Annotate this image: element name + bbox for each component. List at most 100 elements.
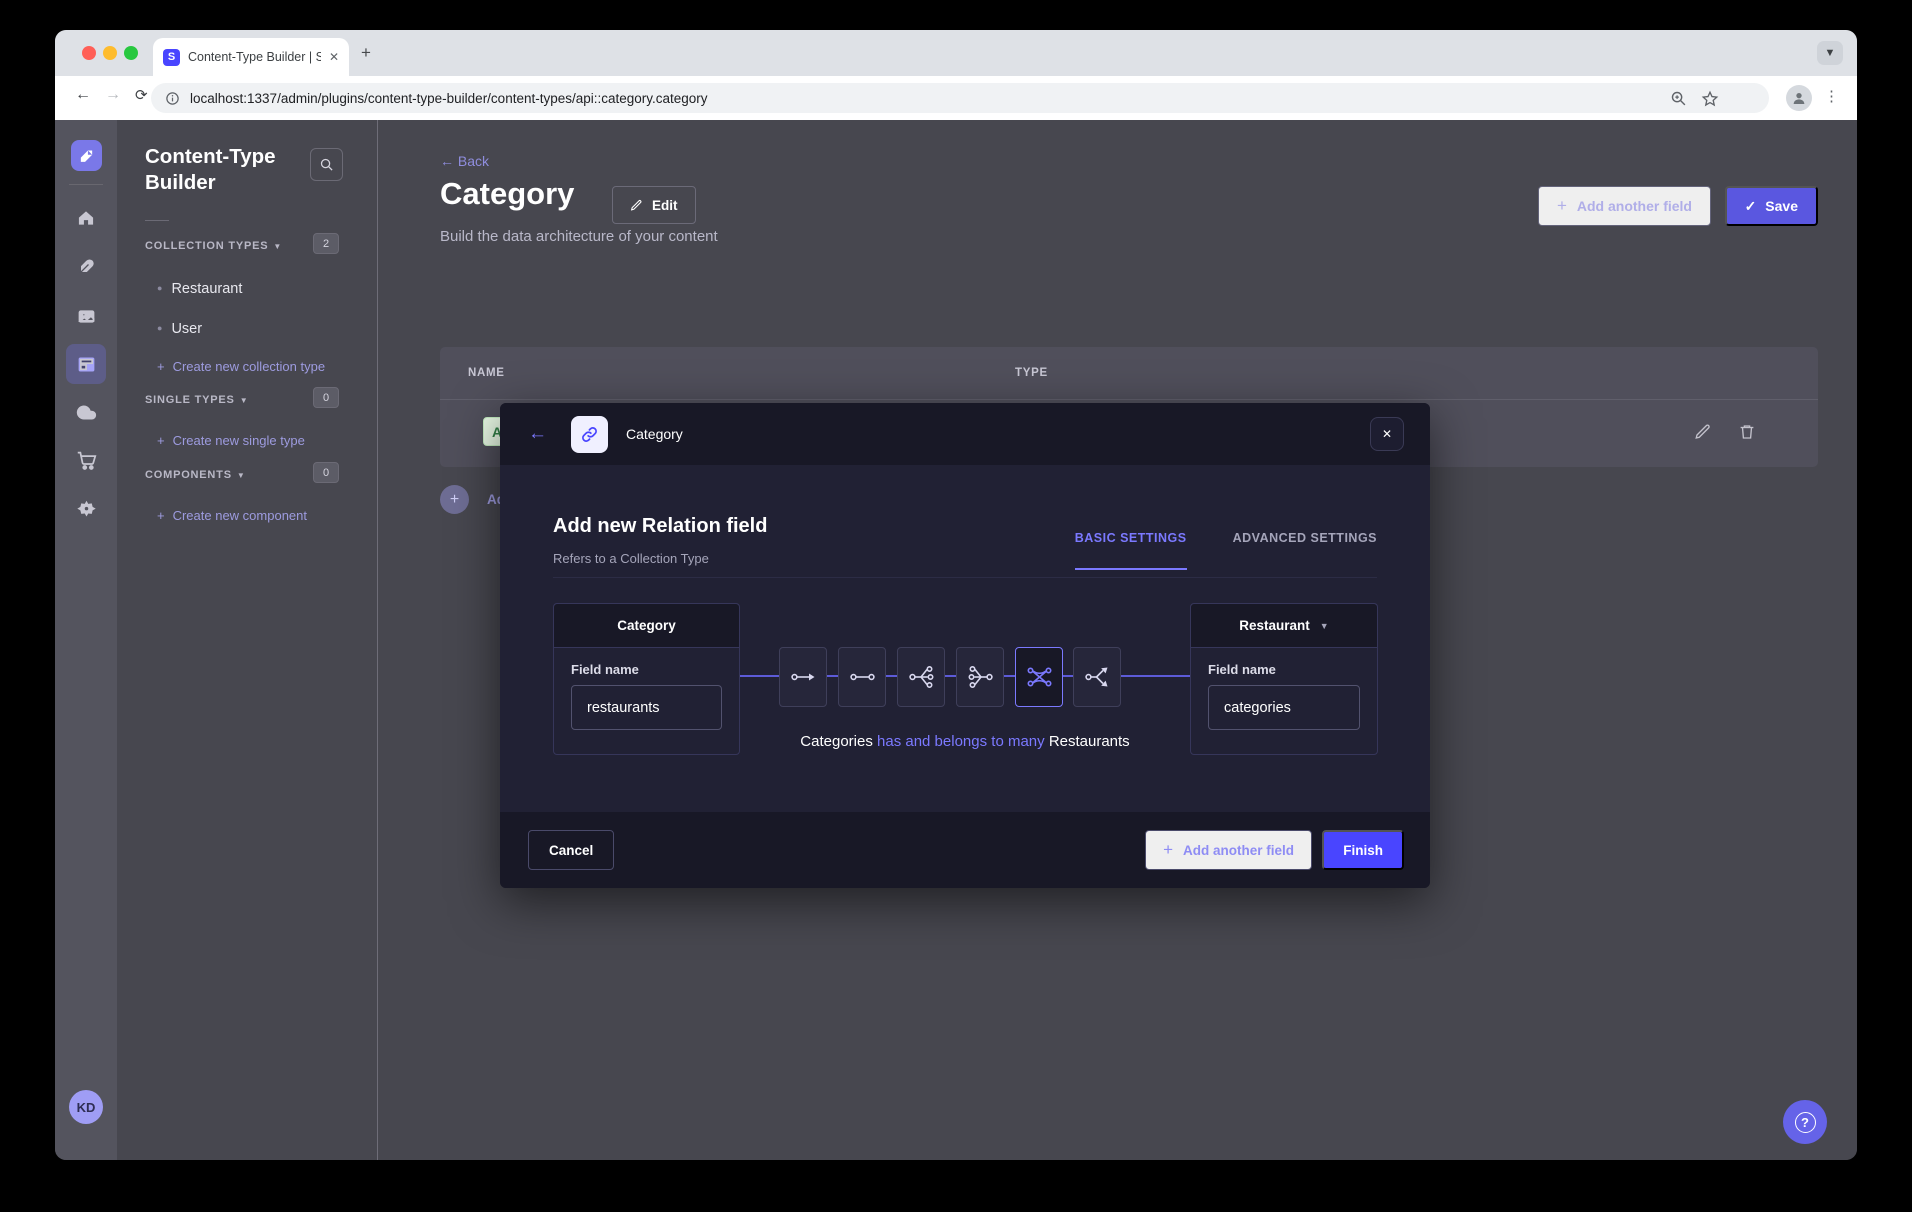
- section-collection-types[interactable]: COLLECTION TYPES▼: [145, 240, 282, 252]
- add-another-field-button[interactable]: +Add another field: [1538, 186, 1711, 226]
- search-icon: [319, 157, 334, 172]
- sidebar-item-content-manager[interactable]: [66, 247, 106, 287]
- section-single-types[interactable]: SINGLE TYPES▼: [145, 394, 248, 406]
- bookmark-star-icon[interactable]: [1701, 90, 1719, 108]
- sidebar-item-marketplace[interactable]: [66, 440, 106, 480]
- finish-button[interactable]: Finish: [1322, 830, 1404, 870]
- relation-one-to-one-button[interactable]: [838, 647, 886, 707]
- zoom-magnifier-icon[interactable]: [1670, 90, 1687, 107]
- tab-close-icon[interactable]: ✕: [329, 50, 339, 64]
- many-to-one-icon: [967, 665, 994, 689]
- one-to-one-icon: [849, 665, 876, 689]
- relation-one-to-many-button[interactable]: [897, 647, 945, 707]
- question-mark-icon: ?: [1795, 1112, 1816, 1133]
- create-collection-type-link[interactable]: +Create new collection type: [157, 359, 325, 374]
- cart-icon: [76, 450, 97, 471]
- macos-minimize-button[interactable]: [103, 46, 117, 60]
- target-entity-card: Restaurant▼ Field name: [1190, 603, 1378, 755]
- section-components[interactable]: COMPONENTS▼: [145, 469, 246, 481]
- strapi-logo-icon: [78, 147, 95, 164]
- trash-icon: [1738, 423, 1756, 441]
- macos-zoom-button[interactable]: [124, 46, 138, 60]
- modal-breadcrumb: Category: [626, 426, 683, 442]
- many-to-many-icon: [1026, 665, 1053, 689]
- relation-chip: [571, 416, 608, 453]
- browser-profile-avatar[interactable]: [1786, 85, 1812, 111]
- modal-add-another-field-button[interactable]: +Add another field: [1145, 830, 1312, 870]
- site-info-icon[interactable]: [165, 91, 180, 106]
- sidebar-item-restaurant[interactable]: ●Restaurant: [157, 281, 242, 297]
- modal-title: Add new Relation field: [553, 515, 767, 538]
- components-count: 0: [313, 462, 339, 483]
- source-entity-card: Category Field name: [553, 603, 740, 755]
- browser-reload-icon[interactable]: ⟳: [135, 86, 148, 104]
- save-button[interactable]: ✓Save: [1725, 186, 1818, 226]
- user-avatar[interactable]: KD: [69, 1090, 103, 1124]
- check-icon: ✓: [1745, 198, 1757, 215]
- feather-icon: [76, 257, 96, 277]
- many-way-icon: [1084, 665, 1111, 689]
- plus-circle-icon: +: [440, 485, 469, 514]
- plus-icon: +: [1557, 196, 1567, 216]
- sidebar-item-deploy-cloud[interactable]: [66, 392, 106, 432]
- browser-tab[interactable]: S Content-Type Builder | Strapi ✕: [153, 38, 349, 76]
- column-header-type: TYPE: [1015, 367, 1048, 379]
- delete-field-button[interactable]: [1738, 423, 1756, 441]
- sidebar-item-home[interactable]: [66, 198, 106, 238]
- help-button[interactable]: ?: [1783, 1100, 1827, 1144]
- edit-button[interactable]: Edit: [612, 186, 696, 224]
- create-single-type-link[interactable]: +Create new single type: [157, 433, 305, 448]
- browser-menu-icon[interactable]: ⋮: [1824, 87, 1839, 105]
- search-button[interactable]: [310, 148, 343, 181]
- nav-rail: KD: [55, 120, 117, 1160]
- strapi-logo[interactable]: [71, 140, 102, 171]
- sidebar-item-user[interactable]: ●User: [157, 321, 202, 337]
- tabs-divider: [553, 577, 1377, 578]
- page-subtitle: Build the data architecture of your cont…: [440, 228, 718, 245]
- close-icon[interactable]: ✕: [1370, 417, 1404, 451]
- relation-many-to-many-button[interactable]: [1015, 647, 1063, 707]
- gear-icon: [76, 499, 97, 520]
- cancel-button[interactable]: Cancel: [528, 830, 614, 870]
- tab-basic-settings[interactable]: BASIC SETTINGS: [1075, 531, 1187, 570]
- sidebar-item-media-library[interactable]: [66, 296, 106, 336]
- relation-one-way-button[interactable]: [779, 647, 827, 707]
- url-bar[interactable]: localhost:1337/admin/plugins/content-typ…: [151, 83, 1769, 113]
- modal-footer: Cancel +Add another field Finish: [500, 812, 1430, 888]
- tab-search-chevron-icon[interactable]: ▼: [1817, 41, 1843, 65]
- media-images-icon: [76, 306, 97, 327]
- content-type-builder-icon: [76, 354, 97, 375]
- page-title: Category: [440, 176, 574, 212]
- browser-back-icon[interactable]: ←: [75, 86, 91, 104]
- chevron-down-icon: ▼: [240, 396, 249, 405]
- target-entity-dropdown[interactable]: Restaurant▼: [1191, 604, 1377, 648]
- sidebar-item-content-type-builder[interactable]: [66, 344, 106, 384]
- plus-icon: +: [157, 433, 165, 448]
- macos-close-button[interactable]: [82, 46, 96, 60]
- source-field-name-input[interactable]: [571, 685, 722, 730]
- relation-sentence: Categories has and belongs to many Resta…: [740, 733, 1190, 750]
- plus-icon: +: [1163, 840, 1173, 860]
- relation-many-way-button[interactable]: [1073, 647, 1121, 707]
- create-component-link[interactable]: +Create new component: [157, 508, 307, 523]
- column-header-name: NAME: [468, 367, 505, 379]
- strapi-favicon-icon: S: [163, 49, 180, 66]
- source-entity-title: Category: [554, 604, 739, 648]
- browser-address-bar: ← → ⟳ localhost:1337/admin/plugins/conte…: [55, 76, 1857, 120]
- tab-advanced-settings[interactable]: ADVANCED SETTINGS: [1233, 531, 1377, 570]
- edit-field-button[interactable]: [1694, 423, 1712, 441]
- sidebar-item-settings[interactable]: [66, 489, 106, 529]
- rail-divider: [69, 184, 103, 185]
- target-field-name-input[interactable]: [1208, 685, 1360, 730]
- chevron-down-icon: ▼: [237, 471, 246, 480]
- ctb-sub-navigation: Content-Type Builder COLLECTION TYPES▼ 2…: [117, 120, 378, 1160]
- one-way-icon: [790, 665, 817, 689]
- url-text: localhost:1337/admin/plugins/content-typ…: [190, 91, 708, 106]
- browser-forward-icon[interactable]: →: [105, 86, 121, 104]
- table-divider: [440, 399, 1818, 400]
- one-to-many-icon: [908, 665, 935, 689]
- new-tab-button[interactable]: +: [361, 43, 371, 63]
- relation-many-to-one-button[interactable]: [956, 647, 1004, 707]
- back-link[interactable]: ← Back: [440, 153, 489, 169]
- modal-back-icon[interactable]: ←: [528, 423, 547, 445]
